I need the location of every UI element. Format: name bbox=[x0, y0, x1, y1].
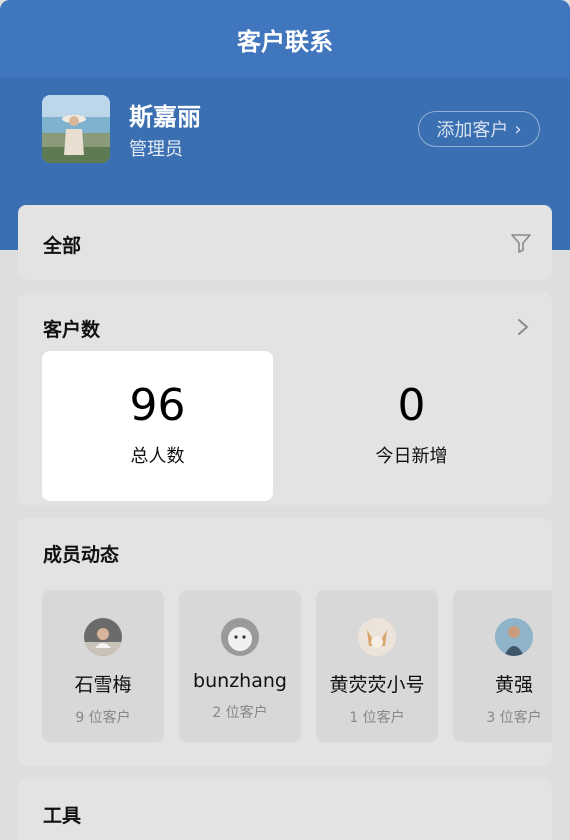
member-customer-count: 9 位客户 bbox=[75, 710, 131, 726]
member-avatar bbox=[84, 618, 122, 656]
add-customer-label: 添加客户 bbox=[436, 120, 509, 141]
member-card[interactable]: 石雪梅 9 位客户 bbox=[42, 590, 164, 742]
chevron-right-icon[interactable] bbox=[516, 317, 530, 337]
today-new-stat[interactable]: 0 今日新增 bbox=[296, 351, 527, 501]
member-card[interactable]: bunzhang 2 位客户 bbox=[179, 590, 301, 742]
total-customers-caption: 总人数 bbox=[130, 446, 185, 467]
member-name: 石雪梅 bbox=[74, 674, 132, 696]
member-customer-count: 1 位客户 bbox=[349, 710, 405, 726]
total-customers-stat[interactable]: 96 总人数 bbox=[42, 351, 273, 501]
member-name: bunzhang bbox=[193, 670, 287, 692]
tools-card: 工具 bbox=[18, 779, 552, 840]
member-name: 黄强 bbox=[494, 674, 533, 696]
user-role: 管理员 bbox=[129, 139, 183, 160]
filter-label: 全部 bbox=[43, 235, 82, 257]
page-title: 客户联系 bbox=[0, 0, 570, 78]
member-card[interactable]: 黄荧荧小号 1 位客户 bbox=[316, 590, 438, 742]
filter-card[interactable]: 全部 bbox=[18, 205, 552, 280]
today-new-value: 0 bbox=[397, 380, 426, 431]
filter-icon[interactable] bbox=[510, 232, 532, 254]
avatar[interactable] bbox=[42, 95, 110, 163]
member-card[interactable]: 黄强 3 位客户 bbox=[453, 590, 552, 742]
total-customers-value: 96 bbox=[129, 380, 186, 431]
customer-count-label: 客户数 bbox=[43, 319, 101, 341]
user-name: 斯嘉丽 bbox=[129, 103, 201, 131]
member-activity-card: 成员动态 石雪梅 9 位客户 bunzhang 2 位客户 黄荧荧小号 1 位客… bbox=[18, 518, 552, 766]
add-customer-button[interactable]: 添加客户 › bbox=[418, 111, 540, 147]
member-avatar bbox=[358, 618, 396, 656]
chevron-right-icon: › bbox=[514, 118, 522, 140]
member-avatar bbox=[221, 618, 259, 656]
tools-label: 工具 bbox=[43, 805, 82, 827]
member-customer-count: 3 位客户 bbox=[486, 710, 542, 726]
member-avatar bbox=[495, 618, 533, 656]
member-customer-count: 2 位客户 bbox=[212, 705, 268, 721]
profile-section: 斯嘉丽 管理员 添加客户 › bbox=[42, 95, 542, 165]
member-activity-label: 成员动态 bbox=[43, 544, 120, 566]
member-name: 黄荧荧小号 bbox=[329, 674, 425, 696]
today-new-caption: 今日新增 bbox=[375, 446, 448, 467]
customer-count-card: 客户数 96 总人数 0 今日新增 bbox=[18, 293, 552, 505]
